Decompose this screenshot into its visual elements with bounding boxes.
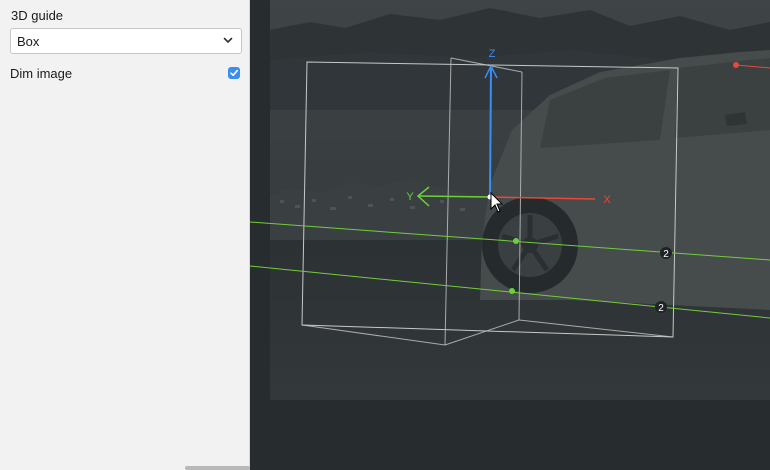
- horizontal-scrollbar[interactable]: [185, 466, 250, 470]
- canvas-svg: 2 2 Z Y X: [250, 0, 770, 400]
- dim-image-label: Dim image: [10, 66, 73, 81]
- guide-point[interactable]: [513, 238, 519, 244]
- chevron-down-icon: [223, 37, 233, 43]
- y-axis[interactable]: [417, 195, 491, 198]
- x-axis-label: X: [603, 194, 611, 206]
- guide-select-value: Box: [17, 34, 40, 49]
- settings-panel: 3D guide Box Dim image: [0, 0, 250, 470]
- checkmark-icon: [230, 69, 238, 77]
- guide-point[interactable]: [509, 288, 515, 294]
- image-canvas[interactable]: 2 2 Z Y X: [250, 0, 770, 470]
- guide-value-label: 2: [658, 303, 664, 314]
- y-axis-label: Y: [406, 191, 414, 203]
- z-axis[interactable]: [489, 66, 492, 198]
- guide-select[interactable]: Box: [10, 28, 242, 54]
- z-axis-label: Z: [489, 48, 496, 60]
- guide-value-label: 2: [663, 249, 669, 260]
- dim-image-checkbox[interactable]: [228, 67, 240, 79]
- guide-label: 3D guide: [11, 8, 64, 23]
